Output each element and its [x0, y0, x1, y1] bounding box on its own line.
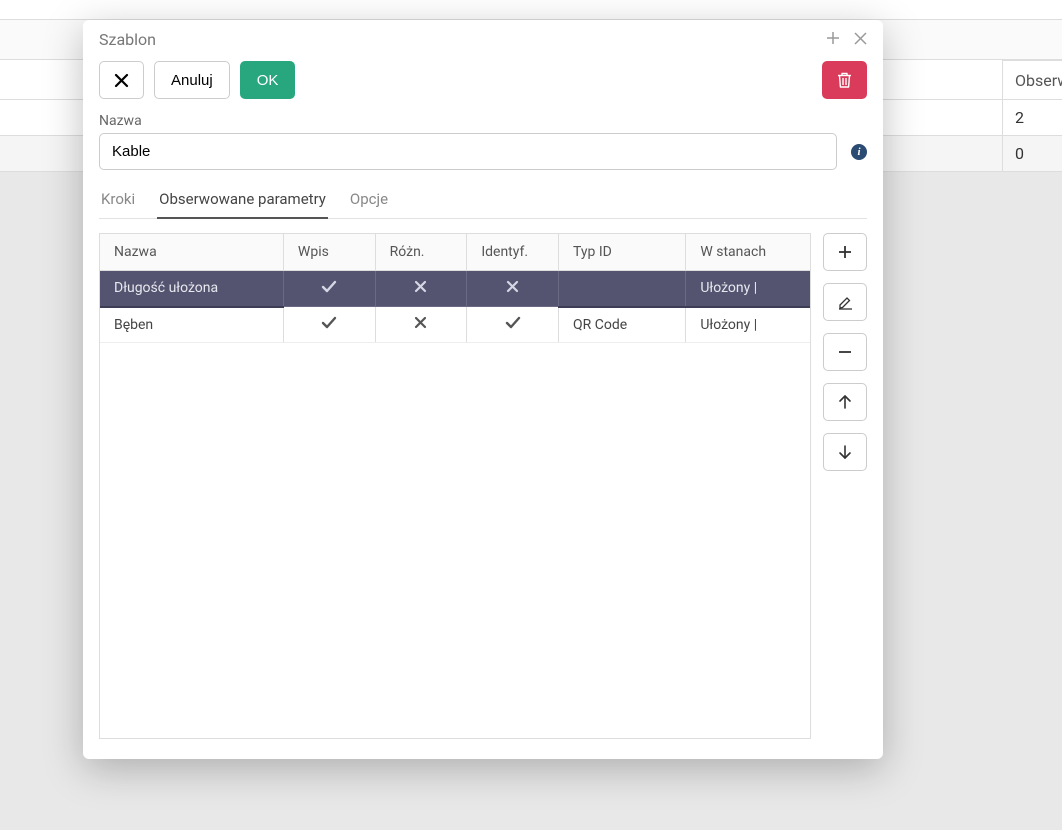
add-icon[interactable]: [826, 30, 840, 49]
delete-button[interactable]: [822, 61, 867, 99]
modal-title: Szablon: [99, 30, 156, 49]
check-icon: [505, 317, 521, 333]
check-icon: [321, 281, 337, 297]
cell-typid: [559, 271, 686, 307]
cell-rozn: [375, 307, 467, 343]
cross-icon: [506, 281, 519, 297]
modal-dialog: Szablon Anuluj OK: [83, 20, 883, 759]
cell-nazwa: Długość ułożona: [100, 271, 283, 307]
cell-wpis: [283, 307, 375, 343]
cross-icon: [414, 281, 427, 297]
remove-row-button[interactable]: [823, 333, 867, 371]
cell-identyf: [467, 271, 559, 307]
add-row-button[interactable]: [823, 233, 867, 271]
tab-options[interactable]: Opcje: [348, 184, 390, 218]
name-label: Nazwa: [99, 113, 867, 129]
edit-row-button[interactable]: [823, 283, 867, 321]
toolbar: Anuluj OK: [99, 61, 867, 99]
modal-header: Szablon: [83, 20, 883, 57]
th-wstanach[interactable]: W stanach: [686, 234, 810, 271]
cell-wstanach: Ułożony |: [686, 271, 810, 307]
move-down-button[interactable]: [823, 433, 867, 471]
table-row[interactable]: Bęben QR CodeUłożony |: [100, 307, 810, 343]
tabs: Kroki Obserwowane parametry Opcje: [99, 184, 867, 219]
tab-observed[interactable]: Obserwowane parametry: [157, 184, 328, 218]
th-typid[interactable]: Typ ID: [559, 234, 686, 271]
move-up-button[interactable]: [823, 383, 867, 421]
parameters-table: Nazwa Wpis Różn. Identyf. Typ ID W stana…: [99, 233, 811, 739]
cross-icon: [414, 317, 427, 333]
cell-typid: QR Code: [559, 307, 686, 343]
th-wpis[interactable]: Wpis: [283, 234, 375, 271]
th-rozn[interactable]: Różn.: [375, 234, 467, 271]
close-icon[interactable]: [854, 30, 867, 49]
ok-button[interactable]: OK: [240, 61, 296, 99]
cell-nazwa: Bęben: [100, 307, 283, 343]
tab-steps[interactable]: Kroki: [99, 184, 137, 218]
cell-wstanach: Ułożony |: [686, 307, 810, 343]
name-input[interactable]: [99, 133, 837, 170]
table-row[interactable]: Długość ułożona Ułożony |: [100, 271, 810, 307]
check-icon: [321, 317, 337, 333]
cell-rozn: [375, 271, 467, 307]
cell-wpis: [283, 271, 375, 307]
cancel-button[interactable]: Anuluj: [154, 61, 230, 99]
close-button[interactable]: [99, 61, 144, 99]
cell-identyf: [467, 307, 559, 343]
modal-overlay: Szablon Anuluj OK: [0, 0, 1062, 830]
side-buttons: [823, 233, 867, 739]
th-identyf[interactable]: Identyf.: [467, 234, 559, 271]
info-icon[interactable]: i: [851, 144, 867, 160]
th-nazwa[interactable]: Nazwa: [100, 234, 283, 271]
